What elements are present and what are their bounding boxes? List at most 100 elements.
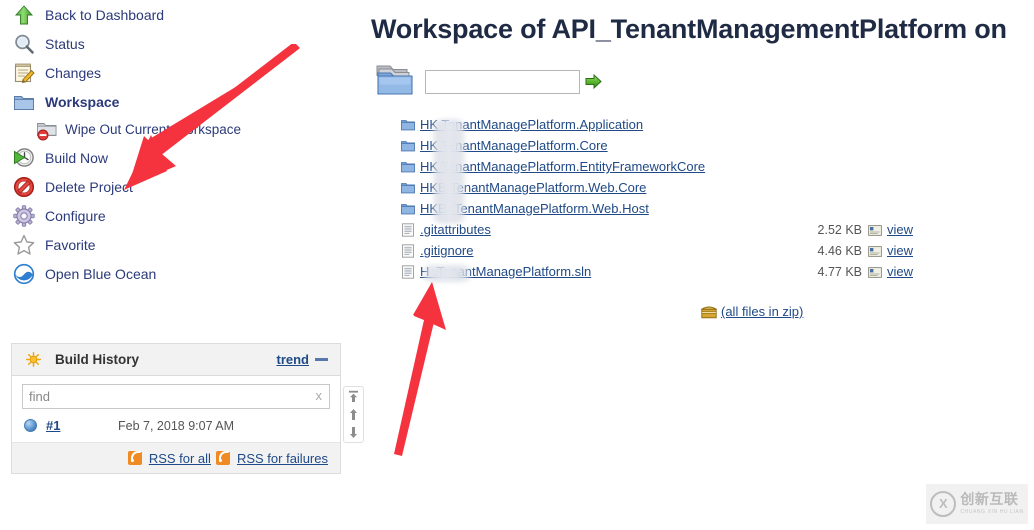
folder-icon bbox=[12, 90, 36, 114]
sidebar-item-label: Back to Dashboard bbox=[45, 6, 165, 23]
file-name-link[interactable]: HKB TenantManagePlatform.Web.Core bbox=[420, 180, 646, 195]
clear-find-icon[interactable]: x bbox=[316, 388, 323, 403]
scroll-up-icon[interactable] bbox=[347, 408, 360, 421]
up-arrow-icon bbox=[12, 3, 36, 27]
sidebar-item-label: Wipe Out Current Workspace bbox=[65, 122, 242, 137]
file-name-link[interactable]: HK TenantManagePlatform.EntityFrameworkC… bbox=[420, 159, 705, 174]
watermark-chinese: 创新互联 bbox=[960, 492, 1019, 508]
sidebar-item-open-blue-ocean[interactable]: Open Blue Ocean bbox=[0, 259, 356, 288]
sidebar-item-configure[interactable]: Configure bbox=[0, 201, 356, 230]
sidebar-item-label: Favorite bbox=[45, 236, 96, 253]
blue-ocean-icon bbox=[12, 262, 36, 286]
view-file-icon[interactable] bbox=[868, 245, 882, 257]
build-find-box[interactable]: x bbox=[22, 384, 330, 409]
folder-icon bbox=[401, 139, 415, 153]
sidebar-item-label: Status bbox=[45, 35, 85, 52]
build-history-title: Build History bbox=[55, 352, 140, 367]
sidebar-item-label: Open Blue Ocean bbox=[45, 265, 157, 282]
page-title: Workspace of API_TenantManagementPlatfor… bbox=[371, 14, 1007, 44]
sidebar-item-label: Configure bbox=[45, 207, 106, 224]
workspace-file-list: HK TenantManagePlatform.Application HK T… bbox=[371, 114, 921, 282]
rss-icon bbox=[127, 451, 142, 465]
file-row[interactable]: HK TenantManagePlatform.EntityFrameworkC… bbox=[401, 156, 921, 177]
sidebar-item-label: Delete Project bbox=[45, 178, 133, 195]
build-history-footer: RSS for all RSS for failures bbox=[12, 442, 340, 473]
file-row[interactable]: H .TenantManagePlatform.sln 4.77 KB view bbox=[401, 261, 921, 282]
file-size: 2.52 KB bbox=[817, 222, 862, 237]
sidebar-item-back-to-dashboard[interactable]: Back to Dashboard bbox=[0, 0, 356, 29]
gear-icon bbox=[12, 204, 36, 228]
sidebar-item-status[interactable]: Status bbox=[0, 29, 356, 58]
build-number-link[interactable]: #1 bbox=[46, 418, 118, 433]
no-entry-icon bbox=[12, 175, 36, 199]
collapse-icon[interactable] bbox=[315, 358, 328, 361]
sun-icon bbox=[25, 351, 42, 368]
view-file-icon[interactable] bbox=[868, 266, 882, 278]
view-link[interactable]: view bbox=[887, 243, 921, 258]
file-size: 4.77 KB bbox=[817, 264, 862, 279]
view-link[interactable]: view bbox=[887, 222, 921, 237]
file-name-link[interactable]: .gitignore bbox=[420, 243, 473, 258]
rss-icon bbox=[215, 451, 230, 465]
clock-play-icon bbox=[12, 146, 36, 170]
all-files-in-zip-row[interactable]: (all files in zip) bbox=[371, 304, 1034, 319]
magnifier-icon bbox=[12, 32, 36, 56]
sidebar-item-changes[interactable]: Changes bbox=[0, 58, 356, 87]
build-history-panel: Build History trend x #1 Feb 7, 2018 9:0… bbox=[11, 343, 341, 474]
document-icon bbox=[401, 264, 415, 279]
scroll-down-icon[interactable] bbox=[347, 426, 360, 439]
green-arrow-icon[interactable] bbox=[585, 73, 602, 90]
sidebar-item-favorite[interactable]: Favorite bbox=[0, 230, 356, 259]
main-content: Workspace of API_TenantManagementPlatfor… bbox=[371, 0, 1034, 530]
file-name-link[interactable]: HKB .TenantManagePlatform.Web.Host bbox=[420, 201, 649, 216]
folder-delete-icon bbox=[36, 119, 58, 141]
cx-logo-icon bbox=[930, 491, 957, 517]
star-icon bbox=[12, 233, 36, 257]
all-files-in-zip-link[interactable]: (all files in zip) bbox=[721, 304, 803, 319]
file-row[interactable]: HK TenantManagePlatform.Core bbox=[401, 135, 921, 156]
folder-icon bbox=[401, 160, 415, 174]
zip-box-icon bbox=[700, 305, 718, 319]
sidebar-item-wipe-out-current-workspace[interactable]: Wipe Out Current Workspace bbox=[0, 116, 356, 143]
folder-icon bbox=[401, 202, 415, 216]
document-icon bbox=[401, 222, 415, 237]
build-history-body: x #1 Feb 7, 2018 9:07 AM bbox=[12, 376, 340, 442]
view-file-icon[interactable] bbox=[868, 224, 882, 236]
sidebar-item-build-now[interactable]: Build Now bbox=[0, 143, 356, 172]
sidebar-item-label: Changes bbox=[45, 64, 102, 81]
build-row[interactable]: #1 Feb 7, 2018 9:07 AM bbox=[22, 413, 330, 438]
build-find-input[interactable] bbox=[23, 385, 305, 408]
sidebar-item-label: Workspace bbox=[45, 93, 120, 110]
notepad-pencil-icon bbox=[12, 61, 36, 85]
build-date: Feb 7, 2018 9:07 AM bbox=[118, 418, 235, 433]
file-name-link[interactable]: .gitattributes bbox=[420, 222, 491, 237]
file-name-link[interactable]: HK TenantManagePlatform.Core bbox=[420, 138, 608, 153]
sidebar-item-label: Build Now bbox=[45, 149, 109, 166]
file-row[interactable]: HKB .TenantManagePlatform.Web.Host bbox=[401, 198, 921, 219]
file-row[interactable]: HK TenantManagePlatform.Application bbox=[401, 114, 921, 135]
big-folder-icon bbox=[374, 63, 416, 100]
file-row[interactable]: .gitignore 4.46 KB view bbox=[401, 240, 921, 261]
blue-ball-icon bbox=[24, 419, 37, 432]
file-name-link[interactable]: HK TenantManagePlatform.Application bbox=[420, 117, 643, 132]
sidebar-item-workspace[interactable]: Workspace bbox=[0, 87, 356, 116]
rss-for-failures-link[interactable]: RSS for failures bbox=[237, 451, 328, 466]
file-row[interactable]: .gitattributes 2.52 KB view bbox=[401, 219, 921, 240]
trend-link[interactable]: trend bbox=[277, 352, 310, 367]
build-history-header: Build History trend bbox=[12, 344, 340, 376]
file-name-link[interactable]: H .TenantManagePlatform.sln bbox=[420, 264, 591, 279]
workspace-path-bar bbox=[371, 63, 1034, 100]
folder-icon bbox=[401, 118, 415, 132]
build-history-scroll-controls bbox=[343, 386, 364, 443]
watermark: 创新互联 CHUANG XIN HU LIAN bbox=[926, 484, 1028, 524]
workspace-path-input[interactable] bbox=[425, 69, 580, 94]
document-icon bbox=[401, 243, 415, 258]
watermark-pinyin: CHUANG XIN HU LIAN bbox=[960, 509, 1024, 515]
scroll-to-top-icon[interactable] bbox=[347, 390, 360, 403]
file-size: 4.46 KB bbox=[817, 243, 862, 258]
file-row[interactable]: HKB TenantManagePlatform.Web.Core bbox=[401, 177, 921, 198]
folder-icon bbox=[401, 181, 415, 195]
view-link[interactable]: view bbox=[887, 264, 921, 279]
rss-for-all-link[interactable]: RSS for all bbox=[149, 451, 211, 466]
sidebar-item-delete-project[interactable]: Delete Project bbox=[0, 172, 356, 201]
